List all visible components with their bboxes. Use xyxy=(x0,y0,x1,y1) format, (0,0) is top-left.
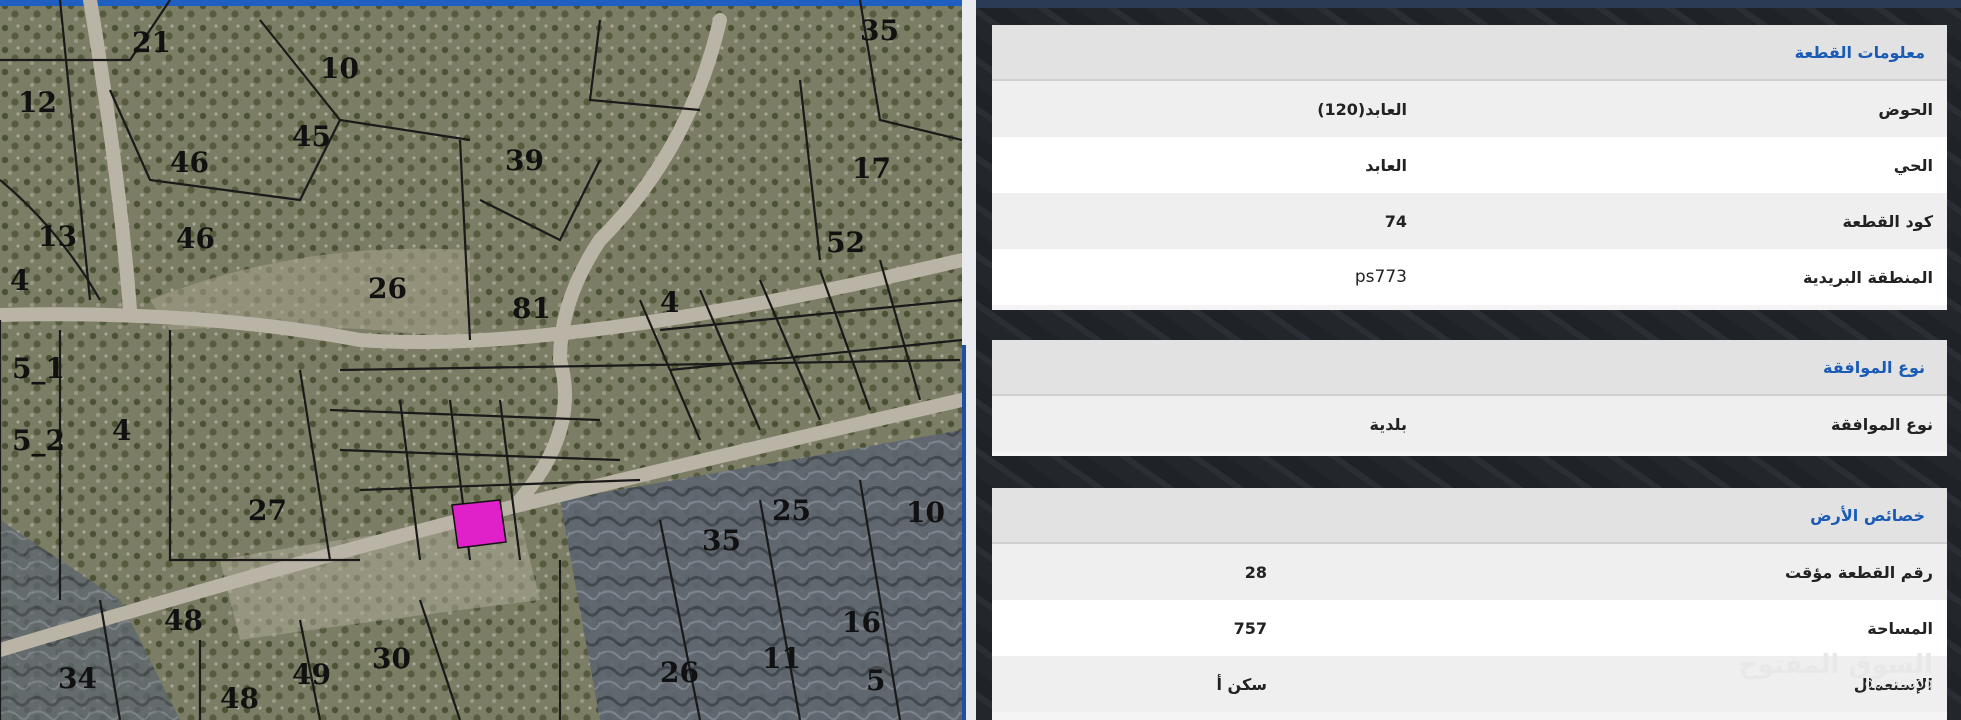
plot-info-header: معلومات القطعة xyxy=(992,25,1947,81)
postal-zone-value: ps773 xyxy=(1354,267,1407,287)
plot-number-label: 26 xyxy=(660,656,699,689)
approval-type-label: نوع الموافقة xyxy=(1831,414,1933,434)
plot-number-label: 25 xyxy=(772,494,811,527)
approval-type-row: نوع الموافقة بلدية xyxy=(992,396,1947,452)
usage-value: سكن أ xyxy=(1216,674,1268,694)
plot-number-label: 35 xyxy=(702,524,741,557)
plot-number-label: 13 xyxy=(38,220,77,253)
plot-number-label: 46 xyxy=(170,146,209,179)
area-label: المساحة xyxy=(1867,618,1933,638)
plot-info-card: معلومات القطعة الحوض العابد(120) الحي ال… xyxy=(992,25,1947,310)
plot-number-label: 16 xyxy=(842,606,881,639)
plot-number-label: 26 xyxy=(368,272,407,305)
plot-number-label: 35 xyxy=(860,14,899,47)
plot-info-title: معلومات القطعة xyxy=(1794,42,1925,62)
plot-number-label: 5_2 xyxy=(12,424,65,457)
land-properties-header: خصائص الأرض xyxy=(992,488,1947,544)
plot-number-label: 39 xyxy=(505,144,544,177)
split-divider[interactable] xyxy=(962,0,976,720)
plot-number-label: 21 xyxy=(132,26,171,59)
district-row: الحي العابد xyxy=(992,137,1947,193)
temp-plot-number-value: 28 xyxy=(1244,562,1267,582)
district-label: الحي xyxy=(1893,155,1933,175)
basin-value: العابد(120) xyxy=(1317,99,1407,119)
district-value: العابد xyxy=(1365,155,1407,175)
plot-number-label: 48 xyxy=(164,604,203,637)
basin-row: الحوض العابد(120) xyxy=(992,81,1947,137)
plot-code-label: كود القطعة xyxy=(1842,211,1933,231)
parcel-map-svg: 35 21 10 12 45 46 39 17 46 13 52 26 81 4 4 5_1 5_2 4 27 25 1… xyxy=(0,0,962,720)
plot-number-label: 4 xyxy=(10,264,29,297)
approval-title: نوع الموافقة xyxy=(1823,357,1925,377)
plot-number-label: 12 xyxy=(18,86,57,119)
postal-zone-label: المنطقة البريدية xyxy=(1802,267,1933,287)
area-value: 757 xyxy=(1233,618,1267,638)
plot-number-label: 81 xyxy=(512,292,551,325)
selected-parcel xyxy=(451,499,507,549)
plot-number-label: 48 xyxy=(220,682,259,715)
approval-header: نوع الموافقة xyxy=(992,340,1947,396)
plot-info-rows: الحوض العابد(120) الحي العابد كود القطعة… xyxy=(992,81,1947,305)
plot-number-label: 5_1 xyxy=(12,352,65,385)
approval-card: نوع الموافقة نوع الموافقة بلدية xyxy=(992,340,1947,456)
plot-number-label: 49 xyxy=(292,658,331,691)
plot-number-label: 52 xyxy=(826,226,865,259)
approval-type-value: بلدية xyxy=(1369,414,1408,434)
land-properties-title: خصائص الأرض xyxy=(1810,505,1925,525)
plot-code-value: 74 xyxy=(1384,211,1407,231)
plot-number-label: 10 xyxy=(320,52,359,85)
plot-code-row: كود القطعة 74 xyxy=(992,193,1947,249)
plot-number-label: 11 xyxy=(762,642,801,675)
opensooq-watermark: السوق المفتوح opensooq xyxy=(1739,650,1934,692)
plot-number-label: 27 xyxy=(248,494,287,527)
approval-rows: نوع الموافقة بلدية xyxy=(992,396,1947,452)
plot-number-label: 34 xyxy=(58,662,97,695)
plot-number-label: 4 xyxy=(112,414,131,447)
plot-number-label: 4 xyxy=(660,286,679,319)
divider-accent xyxy=(962,345,966,720)
info-panel: معلومات القطعة الحوض العابد(120) الحي ال… xyxy=(976,0,1961,720)
plot-number-label: 30 xyxy=(372,642,411,675)
basin-label: الحوض xyxy=(1878,99,1933,119)
plot-number-label: 45 xyxy=(292,120,331,153)
plot-number-label: 5 xyxy=(866,664,885,697)
area-row: المساحة 757 xyxy=(992,600,1947,656)
panel-topbar xyxy=(976,0,1961,8)
postal-zone-row: المنطقة البريدية ps773 xyxy=(992,249,1947,305)
plot-number-label: 17 xyxy=(852,152,891,185)
temp-plot-number-row: رقم القطعة مؤقت 28 xyxy=(992,544,1947,600)
temp-plot-number-label: رقم القطعة مؤقت xyxy=(1784,562,1933,582)
plot-number-label: 46 xyxy=(176,222,215,255)
aerial-map[interactable]: 35 21 10 12 45 46 39 17 46 13 52 26 81 4 4 5_1 5_2 4 27 25 1… xyxy=(0,0,962,720)
plot-number-label: 10 xyxy=(906,496,945,529)
